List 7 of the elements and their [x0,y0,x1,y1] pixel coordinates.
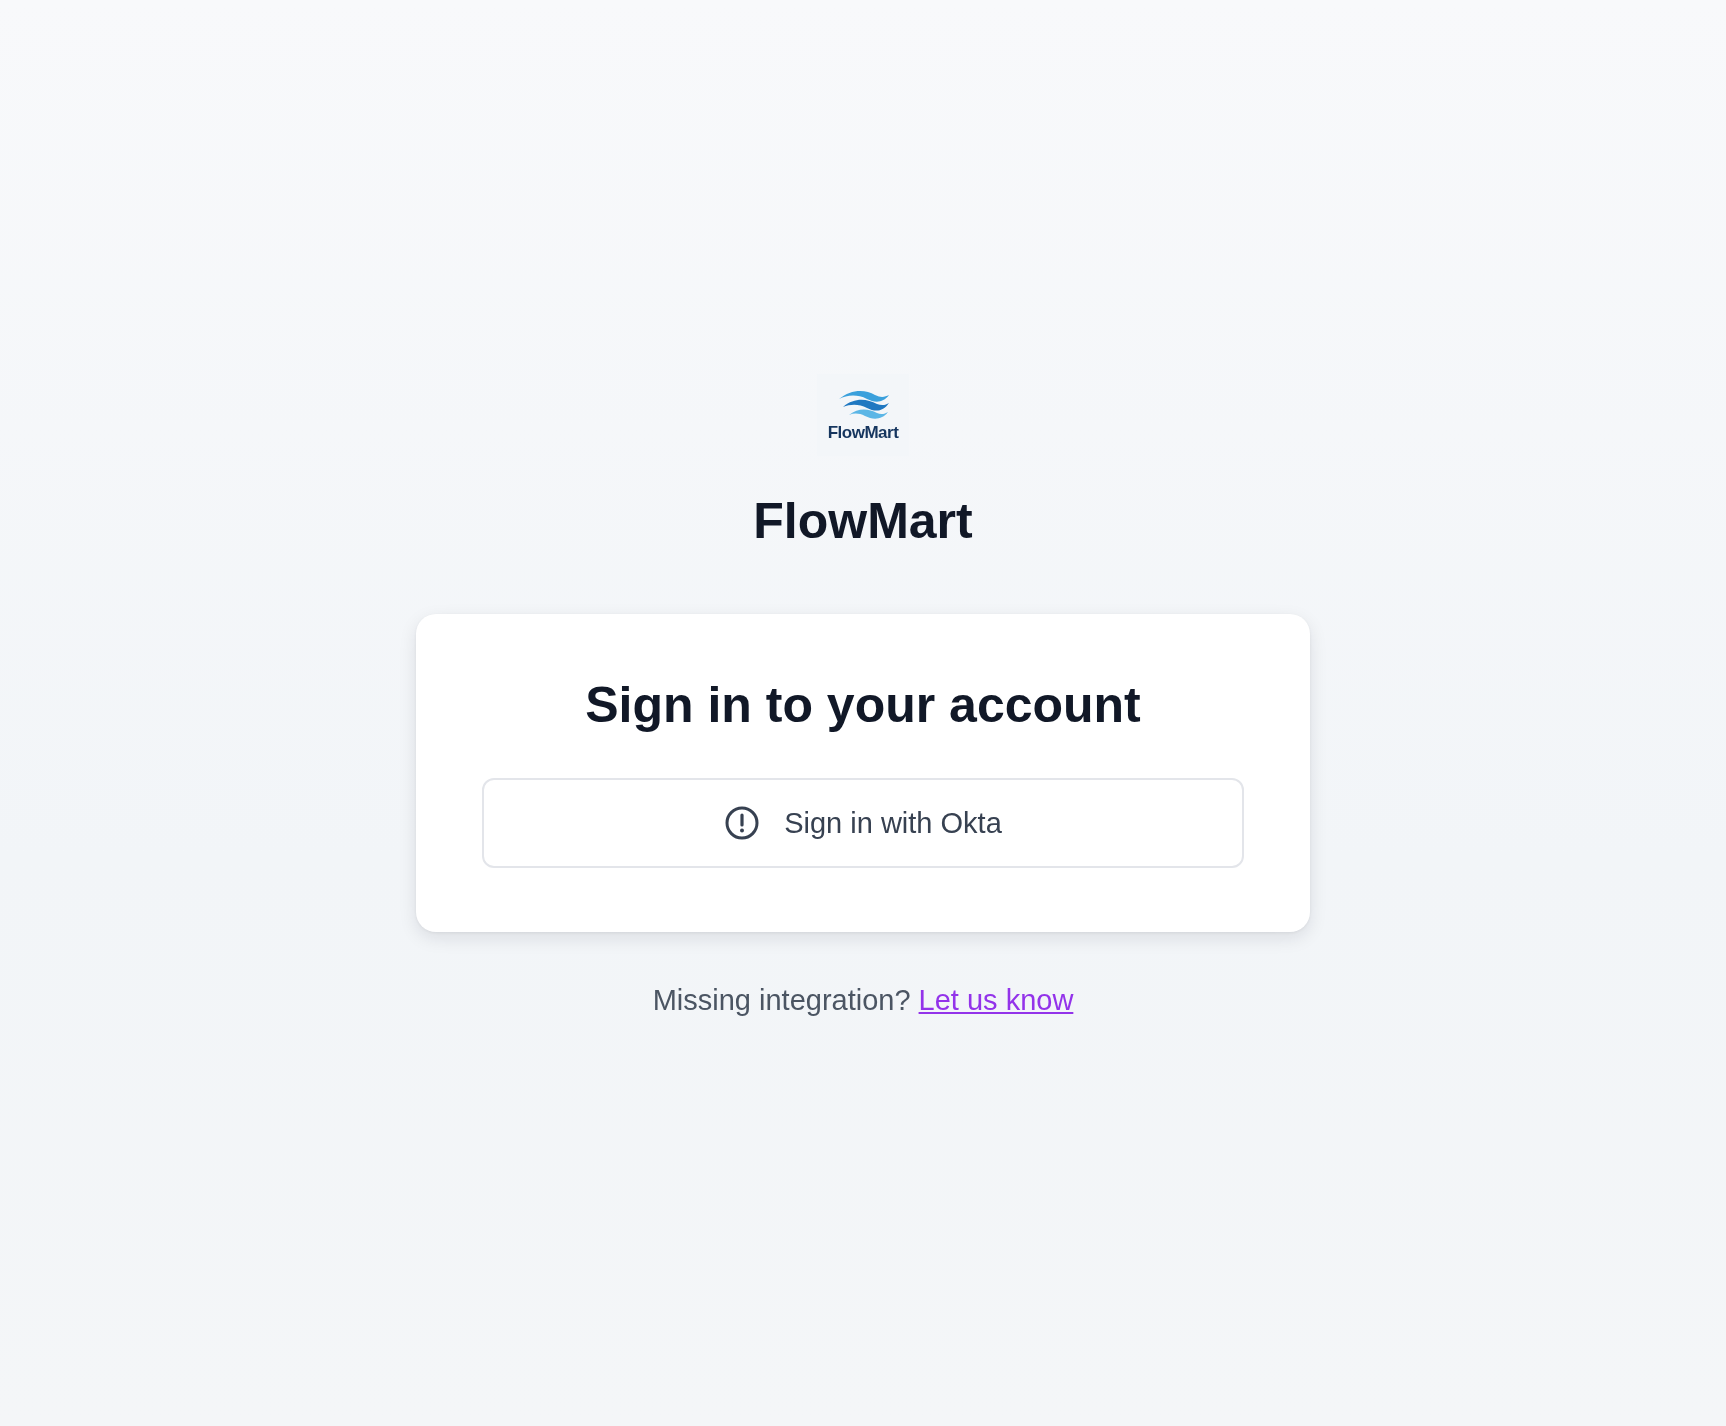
app-name: FlowMart [753,492,973,550]
let-us-know-link[interactable]: Let us know [918,984,1074,1017]
logo-text: FlowMart [827,423,899,443]
exclamation-circle-icon [724,805,761,841]
okta-sign-in-button[interactable]: Sign in with Okta [482,778,1244,868]
card-heading: Sign in to your account [585,676,1141,734]
footer-text: Missing integration? [652,984,911,1017]
